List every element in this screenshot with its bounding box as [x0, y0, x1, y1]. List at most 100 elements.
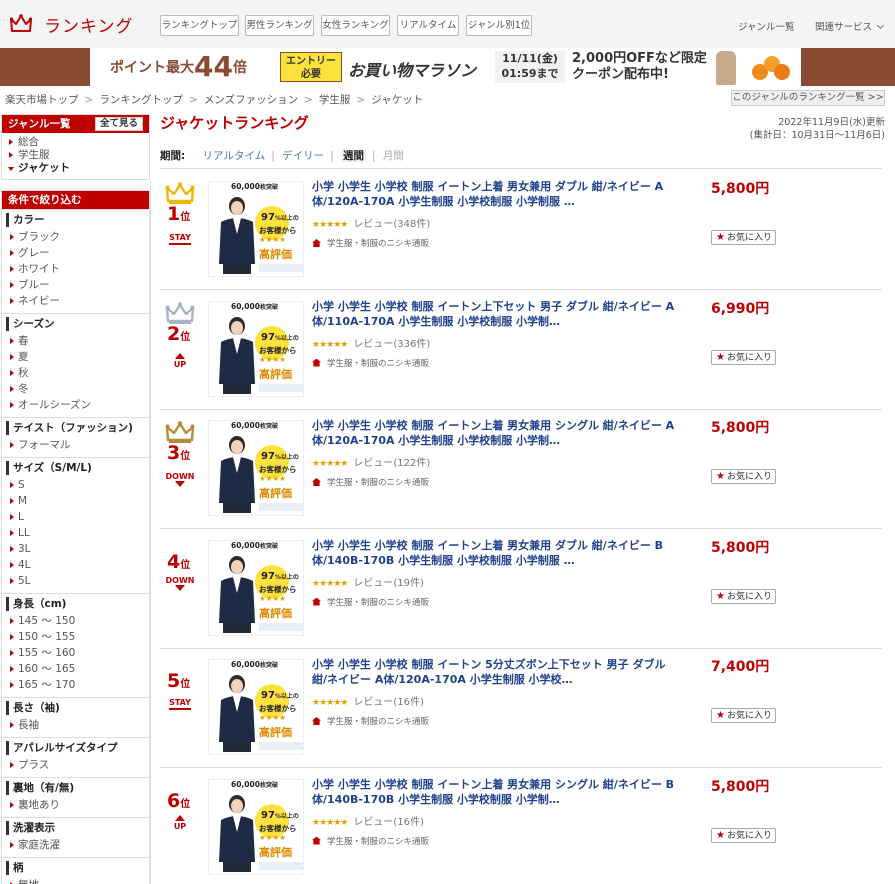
thumb-high-rating: 高評価 [259, 487, 292, 500]
tab-female-ranking[interactable]: 女性ランキング [321, 15, 390, 36]
thumb-caption-stars: ★★★★ [259, 354, 286, 364]
add-favorite-button[interactable]: ★ お気に入り [711, 708, 776, 723]
filter-option[interactable]: ブルー [2, 277, 149, 293]
thumb-top-unit: 枚突破 [259, 542, 278, 550]
filter-option[interactable]: 4L [2, 557, 149, 573]
filter-option[interactable]: オールシーズン [2, 397, 149, 413]
product-thumbnail[interactable]: 60,000枚突破 97%以上の お客様から ★★★★ 高評価 [208, 778, 304, 875]
breadcrumb-rakuten-top[interactable]: 楽天市場トップ [5, 94, 79, 106]
filter-option[interactable]: 冬 [2, 381, 149, 397]
product-thumbnail[interactable]: 60,000枚突破 97%以上の お客様から ★★★★ 高評価 [208, 539, 304, 636]
filter-option[interactable]: グレー [2, 245, 149, 261]
product-title-link[interactable]: 小学 小学生 小学校 制服 イートン上着 男女兼用 シングル 紺/ネイビー A体… [312, 418, 680, 448]
filter-option[interactable]: 家庭洗濯 [2, 837, 149, 853]
period-tab-realtime[interactable]: リアルタイム [203, 150, 266, 162]
genre-list-link[interactable]: ジャンル一覧 [738, 19, 795, 33]
add-favorite-button[interactable]: ★ お気に入り [711, 588, 776, 604]
genre-ranking-list-button[interactable]: このジャンルのランキング一覧 >> [731, 90, 885, 106]
rank-status: DOWN [161, 472, 199, 488]
filter-option[interactable]: ブラック [2, 229, 149, 245]
filter-option[interactable]: M [2, 493, 149, 509]
filter-option[interactable]: 無地 [2, 877, 149, 884]
shop-name-link[interactable]: 学生服・制服のニシキ通販 [327, 837, 429, 847]
filter-group-title: 柄 [6, 861, 149, 875]
filter-option[interactable]: 裏地あり [2, 797, 149, 813]
filter-option[interactable]: 165 ～ 170 [2, 677, 149, 693]
filter-option[interactable]: S [2, 477, 149, 493]
review-count-link[interactable]: レビュー(19件) [353, 578, 424, 589]
filter-option[interactable]: 長袖 [2, 717, 149, 733]
review-count-link[interactable]: レビュー(348件) [353, 219, 430, 230]
shop-info: 学生服・制服のニシキ通販 [312, 237, 429, 249]
add-favorite-button[interactable]: ★ お気に入り [711, 469, 776, 484]
filter-option[interactable]: プラス [2, 757, 149, 773]
filter-option[interactable]: 秋 [2, 365, 149, 381]
add-favorite-button[interactable]: ★ お気に入り [711, 349, 776, 365]
filter-option[interactable]: 5L [2, 573, 149, 589]
sidebar-item-school-uniform[interactable]: 学生服 [2, 149, 149, 162]
shop-name-link[interactable]: 学生服・制服のニシキ通販 [327, 359, 429, 369]
breadcrumb-jacket[interactable]: ジャケット [371, 94, 423, 106]
filter-group-title: テイスト（ファッション) [6, 421, 149, 435]
tab-ranking-top[interactable]: ランキングトップ [160, 15, 239, 36]
product-title-link[interactable]: 小学 小学生 小学校 制服 イートン 5分丈ズボン上下セット 男子 ダブル 紺/… [312, 657, 680, 687]
review-count-link[interactable]: レビュー(16件) [353, 697, 424, 708]
product-thumbnail[interactable]: 60,000枚突破 97%以上の お客様から ★★★★ 高評価 [208, 300, 304, 397]
campaign-banner[interactable]: ポイント最大44倍 エントリー 必要 お買い物マラソン 11/11(金) 01:… [90, 48, 801, 86]
shop-name-link[interactable]: 学生服・制服のニシキ通販 [327, 478, 429, 488]
shop-name-link[interactable]: 学生服・制服のニシキ通販 [327, 598, 429, 608]
period-tab-weekly[interactable]: 週間 [341, 150, 367, 162]
review-count-link[interactable]: レビュー(336件) [353, 339, 430, 350]
review-count-link[interactable]: レビュー(122件) [353, 458, 430, 469]
rank-number: 2位 [167, 323, 195, 345]
filter-option[interactable]: 夏 [2, 349, 149, 365]
product-thumbnail[interactable]: 60,000枚突破 97%以上の お客様から ★★★★ 高評価 [208, 659, 304, 755]
product-title-link[interactable]: 小学 小学生 小学校 制服 イートン上着 男女兼用 シングル 紺/ネイビー B体… [312, 777, 680, 807]
favorite-label: お気に入り [726, 830, 772, 841]
product-title-link[interactable]: 小学 小学生 小学校 制服 イートン上着 男女兼用 ダブル 紺/ネイビー A体/… [312, 179, 680, 209]
filter-option[interactable]: フォーマル [2, 437, 149, 453]
filter-option[interactable]: LL [2, 525, 149, 541]
product-title-link[interactable]: 小学 小学生 小学校 制服 イートン上下セット 男子 ダブル 紺/ネイビー A体… [312, 299, 680, 329]
crown-icon [10, 14, 32, 32]
add-favorite-button[interactable]: ★ お気に入り [711, 827, 776, 843]
banner-coupon: 2,000円OFFなど限定 クーポン配布中! [572, 51, 707, 83]
filter-option[interactable]: 145 ～ 150 [2, 613, 149, 629]
filter-group-title: 裏地（有/無) [6, 781, 149, 795]
filter-option[interactable]: ホワイト [2, 261, 149, 277]
ranking-item: 5位 STAY 60,000枚突破 97%以上の お客様から ★★★★ 高評価 小学 小学生 … [160, 648, 882, 768]
tab-male-ranking[interactable]: 男性ランキング [245, 15, 314, 36]
related-services-link[interactable]: 関連サービス [815, 19, 885, 33]
product-thumbnail[interactable]: 60,000枚突破 97%以上の お客様から ★★★★ 高評価 [208, 181, 304, 277]
thumb-caption-stars: ★★★★ [259, 832, 286, 842]
filter-option[interactable]: 3L [2, 541, 149, 557]
tab-realtime[interactable]: リアルタイム [397, 15, 459, 36]
review-count-link[interactable]: レビュー(16件) [353, 817, 424, 828]
show-all-button[interactable]: 全て見る [94, 117, 143, 131]
filter-option[interactable]: ネイビー [2, 293, 149, 309]
tab-genre-first[interactable]: ジャンル別1位 [466, 15, 532, 36]
filter-option[interactable]: 150 ～ 155 [2, 629, 149, 645]
breadcrumb-ranking-top[interactable]: ランキングトップ [99, 94, 183, 106]
star-icon: ★ [716, 351, 725, 363]
star-rating-icon: ★★★★★ [312, 339, 348, 350]
filter-option[interactable]: 春 [2, 333, 149, 349]
shop-name-link[interactable]: 学生服・制服のニシキ通販 [327, 717, 429, 727]
shop-name-link[interactable]: 学生服・制服のニシキ通販 [327, 239, 429, 249]
filter-group: テイスト（ファッション) フォーマル [2, 417, 149, 457]
product-title-link[interactable]: 小学 小学生 小学校 制服 イートン上着 男女兼用 ダブル 紺/ネイビー B体/… [312, 538, 680, 568]
rank-status: UP [161, 352, 199, 369]
filter-option[interactable]: 160 ～ 165 [2, 661, 149, 677]
breadcrumb-mens-fashion[interactable]: メンズファッション [204, 94, 298, 106]
ranking-logo[interactable]: ランキング [10, 10, 134, 38]
product-thumbnail[interactable]: 60,000枚突破 97%以上の お客様から ★★★★ 高評価 [208, 420, 304, 516]
period-tab-daily[interactable]: デイリー [282, 150, 324, 162]
breadcrumb-school-uniform[interactable]: 学生服 [319, 94, 351, 106]
thumb-top-strip: 60,000枚突破 [209, 182, 303, 192]
add-favorite-button[interactable]: ★ お気に入り [711, 230, 776, 245]
sidebar-item-jacket[interactable]: ジャケット [2, 162, 149, 175]
filter-option[interactable]: 155 ～ 160 [2, 645, 149, 661]
filter-option[interactable]: L [2, 509, 149, 525]
thumb-footer-strip [259, 622, 303, 631]
sidebar-item-general[interactable]: 総合 [2, 136, 149, 149]
